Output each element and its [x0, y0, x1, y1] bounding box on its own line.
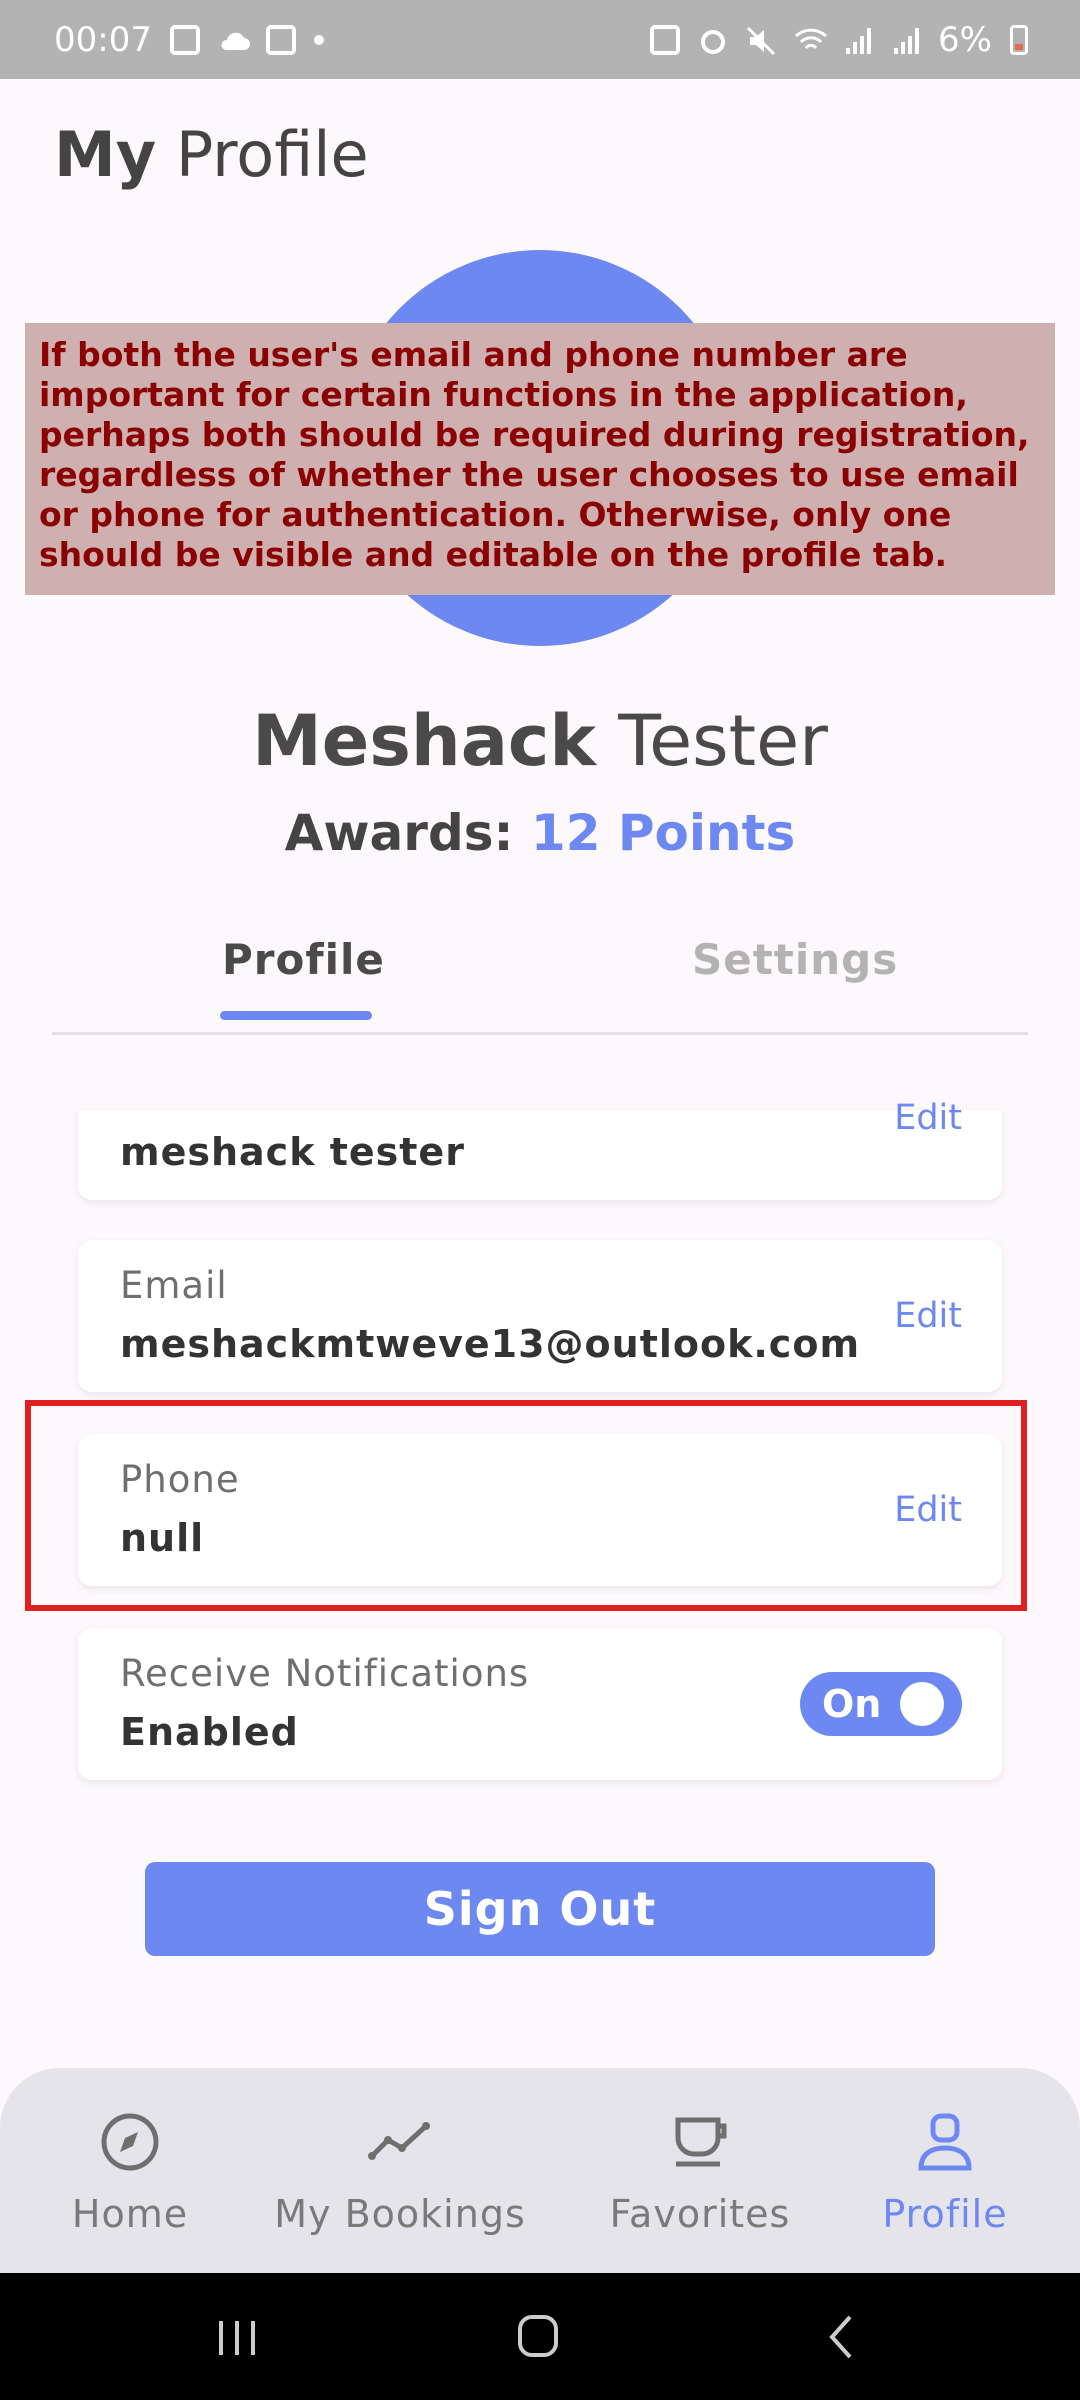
page-title: My Profile: [54, 118, 369, 191]
compass-icon: [98, 2110, 162, 2174]
signal-icon: [842, 25, 872, 55]
status-bar: 00:07 6%: [0, 0, 1080, 79]
user-name: Meshack Tester: [252, 700, 828, 782]
status-time: 00:07: [54, 19, 152, 60]
wifi-icon: [794, 25, 828, 55]
recent-apps-icon[interactable]: [207, 2309, 267, 2365]
email-value: meshackmtweve13@outlook.com: [120, 1322, 861, 1366]
email-card: Email meshackmtweve13@outlook.com Edit: [78, 1240, 1002, 1392]
name-edit-link[interactable]: Edit: [894, 1098, 962, 1138]
nav-profile[interactable]: Profile: [815, 2068, 1075, 2236]
tab-settings[interactable]: Settings: [692, 935, 898, 984]
signal-icon-2: [890, 25, 920, 55]
email-label: Email: [120, 1264, 228, 1307]
nav-favorites[interactable]: Favorites: [570, 2068, 830, 2236]
profile-tabs: Profile Settings: [52, 935, 1028, 1035]
mute-icon: [746, 25, 776, 55]
nav-my-bookings[interactable]: My Bookings: [270, 2068, 530, 2236]
notifications-value: Enabled: [120, 1710, 299, 1754]
active-tab-indicator: [220, 1011, 372, 1020]
more-dot-icon: [313, 34, 324, 45]
cloud-icon: [218, 25, 250, 55]
alarm-icon: [698, 25, 728, 55]
notifications-label: Receive Notifications: [120, 1652, 530, 1695]
home-button-icon[interactable]: [508, 2309, 568, 2365]
battery-percent: 6%: [938, 19, 992, 60]
phone-highlight-box: [25, 1400, 1027, 1611]
nav-home[interactable]: Home: [0, 2068, 260, 2236]
review-annotation: If both the user's email and phone numbe…: [25, 323, 1055, 595]
sim-icon: [650, 24, 681, 55]
back-icon[interactable]: [810, 2309, 870, 2365]
battery-icon: [1010, 24, 1028, 55]
sign-out-button[interactable]: Sign Out: [145, 1862, 935, 1956]
user-icon: [913, 2110, 977, 2174]
email-edit-link[interactable]: Edit: [894, 1296, 962, 1336]
toggle-label: On: [822, 1682, 882, 1726]
tab-profile[interactable]: Profile: [222, 935, 385, 984]
cup-icon: [668, 2110, 732, 2174]
trend-line-icon: [368, 2110, 432, 2174]
system-navigation-bar: [0, 2273, 1080, 2400]
toggle-knob: [900, 1682, 944, 1726]
gallery-icon: [169, 24, 200, 55]
notifications-card: Receive Notifications Enabled On: [78, 1628, 1002, 1780]
name-value: meshack tester: [120, 1130, 465, 1174]
name-card: meshack tester Edit: [78, 1098, 1002, 1200]
awards-points: Awards: 12 Points: [284, 804, 796, 862]
notifications-toggle[interactable]: On: [800, 1672, 962, 1736]
bottom-navigation: Home My Bookings Favorites Profile: [0, 2068, 1080, 2273]
mail-settings-icon: [265, 24, 296, 55]
